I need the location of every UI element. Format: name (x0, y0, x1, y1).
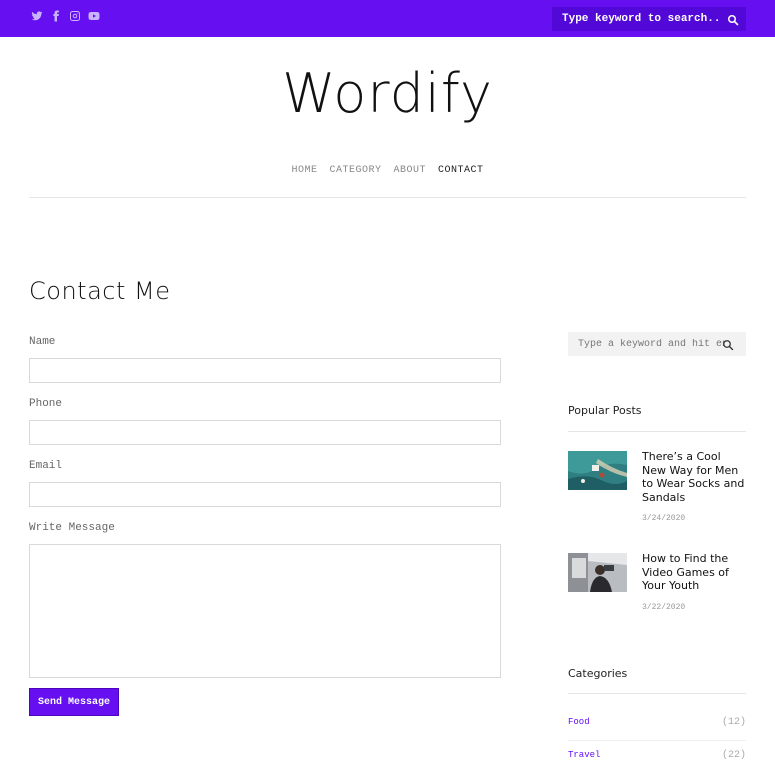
category-divider (568, 740, 746, 741)
social-links (31, 10, 100, 22)
post-thumbnail[interactable] (568, 451, 627, 490)
post-date: 3/24/2020 (642, 514, 686, 523)
main-nav: HOME CATEGORY ABOUT CONTACT (0, 165, 775, 176)
post-title[interactable]: There’s a Cool New Way for Men to Wear S… (642, 450, 748, 504)
email-field[interactable] (29, 482, 501, 507)
nav-contact[interactable]: CONTACT (438, 165, 484, 176)
category-item[interactable]: Food (12) (568, 717, 746, 731)
site-logo[interactable]: Wordify (0, 62, 775, 125)
category-count: (22) (721, 750, 746, 761)
nav-home[interactable]: HOME (291, 165, 317, 176)
categories-heading: Categories (568, 667, 628, 680)
post-title[interactable]: How to Find the Video Games of Your Yout… (642, 552, 748, 593)
search-icon[interactable] (722, 338, 734, 351)
email-label: Email (29, 460, 63, 472)
name-field[interactable] (29, 358, 501, 383)
twitter-icon[interactable] (31, 10, 43, 22)
sidebar-search-box (568, 332, 746, 356)
category-name[interactable]: Travel (568, 750, 600, 760)
phone-field[interactable] (29, 420, 501, 445)
categories-divider (568, 693, 746, 694)
instagram-icon[interactable] (69, 10, 81, 22)
post-date: 3/22/2020 (642, 603, 686, 612)
facebook-icon[interactable] (50, 10, 62, 22)
sidebar-search-input[interactable] (568, 332, 726, 356)
nav-category[interactable]: CATEGORY (329, 165, 381, 176)
post-thumbnail[interactable] (568, 553, 627, 592)
popular-posts-divider (568, 431, 746, 432)
send-message-button[interactable]: Send Message (29, 688, 119, 716)
phone-label: Phone (29, 398, 63, 410)
top-search-box (552, 7, 746, 31)
search-icon[interactable] (727, 13, 739, 26)
category-name[interactable]: Food (568, 717, 590, 727)
popular-posts-heading: Popular Posts (568, 404, 642, 417)
category-item[interactable]: Travel (22) (568, 750, 746, 764)
message-field[interactable] (29, 544, 501, 678)
page-title: Contact Me (29, 277, 171, 305)
youtube-icon[interactable] (88, 10, 100, 22)
name-label: Name (29, 336, 56, 348)
header-divider (29, 197, 746, 198)
nav-about[interactable]: ABOUT (394, 165, 427, 176)
top-bar (0, 0, 775, 37)
top-search-input[interactable] (552, 7, 722, 31)
category-count: (12) (721, 717, 746, 728)
message-label: Write Message (29, 522, 115, 534)
